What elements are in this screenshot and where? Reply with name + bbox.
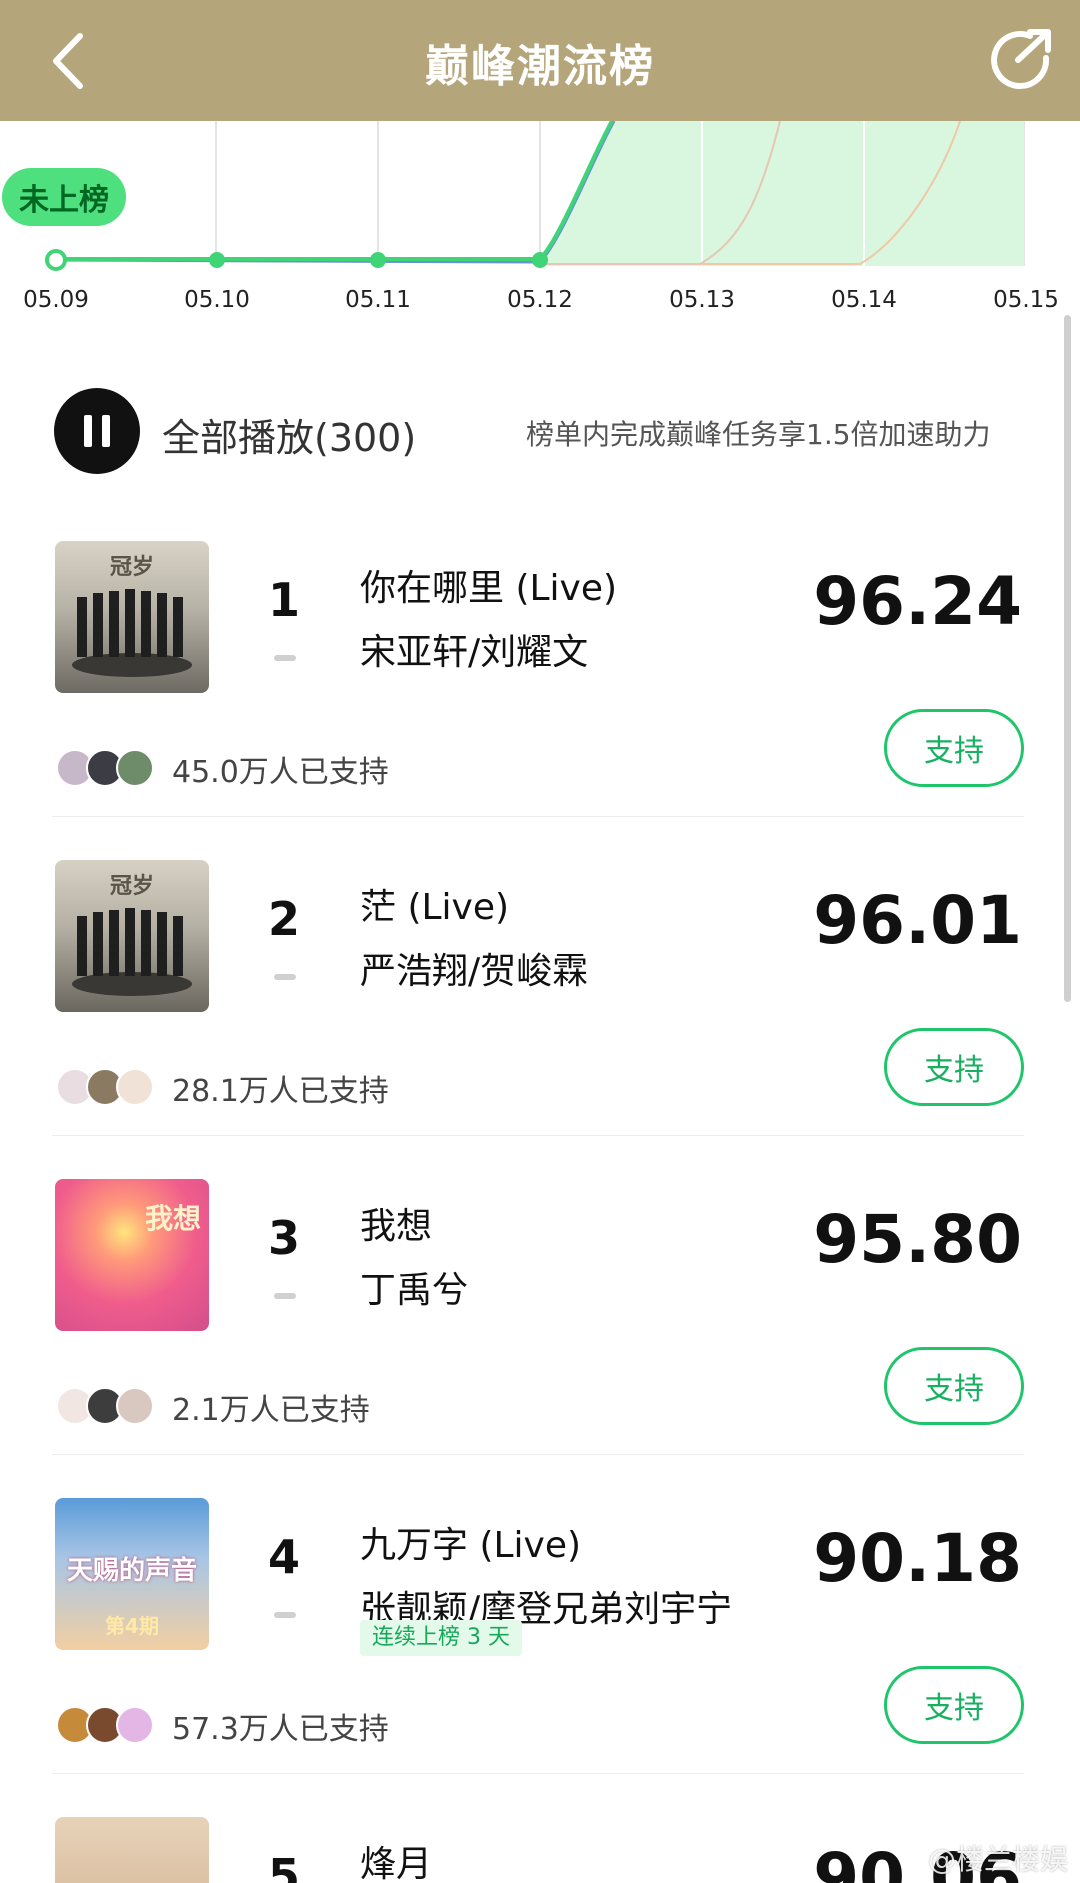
score: 96.24 (813, 563, 1022, 640)
list-item[interactable]: 冠岁 1 你在哪里 (Live) 宋亚轩/刘耀文 96.24 45.0万人已支持… (0, 541, 1080, 861)
date-label: 05.15 (993, 287, 1059, 313)
album-cover[interactable] (55, 1817, 209, 1883)
score: 90.18 (813, 1520, 1022, 1597)
cover-title: 天赐的声音 (66, 1556, 197, 1586)
divider (52, 816, 1024, 817)
song-title[interactable]: 你在哪里 (Live) (360, 559, 617, 611)
date-label: 05.10 (184, 287, 250, 313)
cover-art (72, 589, 192, 677)
avatar (116, 749, 154, 787)
artist-name[interactable]: 严浩翔/贺峻霖 (360, 942, 588, 994)
date-label: 05.13 (669, 287, 735, 313)
divider (52, 1135, 1024, 1136)
play-all-label[interactable]: 全部播放(300) (162, 407, 416, 462)
supporter-avatars (56, 749, 160, 787)
score: 95.80 (813, 1201, 1022, 1278)
date-label: 05.11 (345, 287, 411, 313)
date-label: 05.09 (23, 287, 89, 313)
song-title[interactable]: 我想 (360, 1197, 432, 1249)
top-bar: 巅峰潮流榜 (0, 0, 1080, 121)
album-cover[interactable]: 天赐的声音 第4期 (55, 1498, 209, 1650)
boost-hint: 榜单内完成巅峰任务享1.5倍加速助力 (526, 418, 991, 451)
song-title[interactable]: 茫 (Live) (360, 878, 509, 930)
rank-number: 2 (267, 892, 300, 946)
support-button[interactable]: 支持 (884, 1347, 1024, 1425)
date-label: 05.14 (831, 287, 897, 313)
song-title[interactable]: 烽月 (360, 1835, 432, 1883)
chart-line-blue (55, 121, 616, 264)
rank-change-icon (274, 1293, 296, 1299)
chart-point (45, 249, 67, 271)
chart-point (532, 252, 548, 268)
pause-button[interactable] (54, 388, 140, 474)
chart-line-main (56, 121, 614, 261)
rank-number: 4 (267, 1530, 300, 1584)
supporter-count: 45.0万人已支持 (172, 755, 389, 790)
date-label: 05.12 (507, 287, 573, 313)
share-icon[interactable] (980, 24, 1060, 96)
support-button[interactable]: 支持 (884, 709, 1024, 787)
supporter-avatars (56, 1706, 160, 1744)
chart-point (370, 252, 386, 268)
divider (52, 1454, 1024, 1455)
list-item[interactable]: 我想 3 我想 丁禹兮 95.80 2.1万人已支持 支持 (0, 1179, 1080, 1499)
cover-art (72, 908, 192, 996)
support-button[interactable]: 支持 (884, 1028, 1024, 1106)
watermark: @楼兰楼娱 (927, 1843, 1068, 1876)
page-title: 巅峰潮流榜 (425, 41, 655, 92)
status-badge: 未上榜 (2, 168, 126, 226)
album-cover[interactable]: 我想 (55, 1179, 209, 1331)
list-item[interactable]: 冠岁 2 茫 (Live) 严浩翔/贺峻霖 96.01 28.1万人已支持 支持 (0, 860, 1080, 1180)
artist-name[interactable]: 宋亚轩/刘耀文 (360, 623, 588, 675)
avatar (116, 1068, 154, 1106)
rank-change-icon (274, 1612, 296, 1618)
list-item[interactable]: 天赐的声音 第4期 4 九万字 (Live) 张靓颖/摩登兄弟刘宇宁 连续上榜 … (0, 1498, 1080, 1818)
list-item[interactable]: 5 烽月 90.06 (0, 1817, 1080, 1883)
avatar (116, 1387, 154, 1425)
album-cover[interactable]: 冠岁 (55, 541, 209, 693)
supporter-count: 28.1万人已支持 (172, 1074, 389, 1109)
rank-change-icon (274, 974, 296, 980)
divider (52, 1773, 1024, 1774)
trend-chart (45, 121, 1025, 271)
rank-change-icon (274, 655, 296, 661)
streak-badge: 连续上榜 3 天 (360, 1620, 522, 1656)
avatar (116, 1706, 154, 1744)
chart-point (209, 252, 225, 268)
rank-number: 5 (267, 1849, 300, 1883)
cover-subtitle: 第4期 (105, 1614, 159, 1638)
rank-number: 3 (267, 1211, 300, 1265)
score: 96.01 (813, 882, 1022, 959)
artist-name[interactable]: 丁禹兮 (360, 1261, 468, 1313)
supporter-avatars (56, 1068, 160, 1106)
album-cover[interactable]: 冠岁 (55, 860, 209, 1012)
supporter-avatars (56, 1387, 160, 1425)
cover-title: 我想 (145, 1202, 202, 1235)
song-title[interactable]: 九万字 (Live) (360, 1516, 581, 1568)
pause-icon (102, 415, 110, 447)
rank-number: 1 (267, 573, 300, 627)
supporter-count: 57.3万人已支持 (172, 1712, 389, 1747)
support-button[interactable]: 支持 (884, 1666, 1024, 1744)
pause-icon (84, 415, 92, 447)
supporter-count: 2.1万人已支持 (172, 1393, 370, 1428)
